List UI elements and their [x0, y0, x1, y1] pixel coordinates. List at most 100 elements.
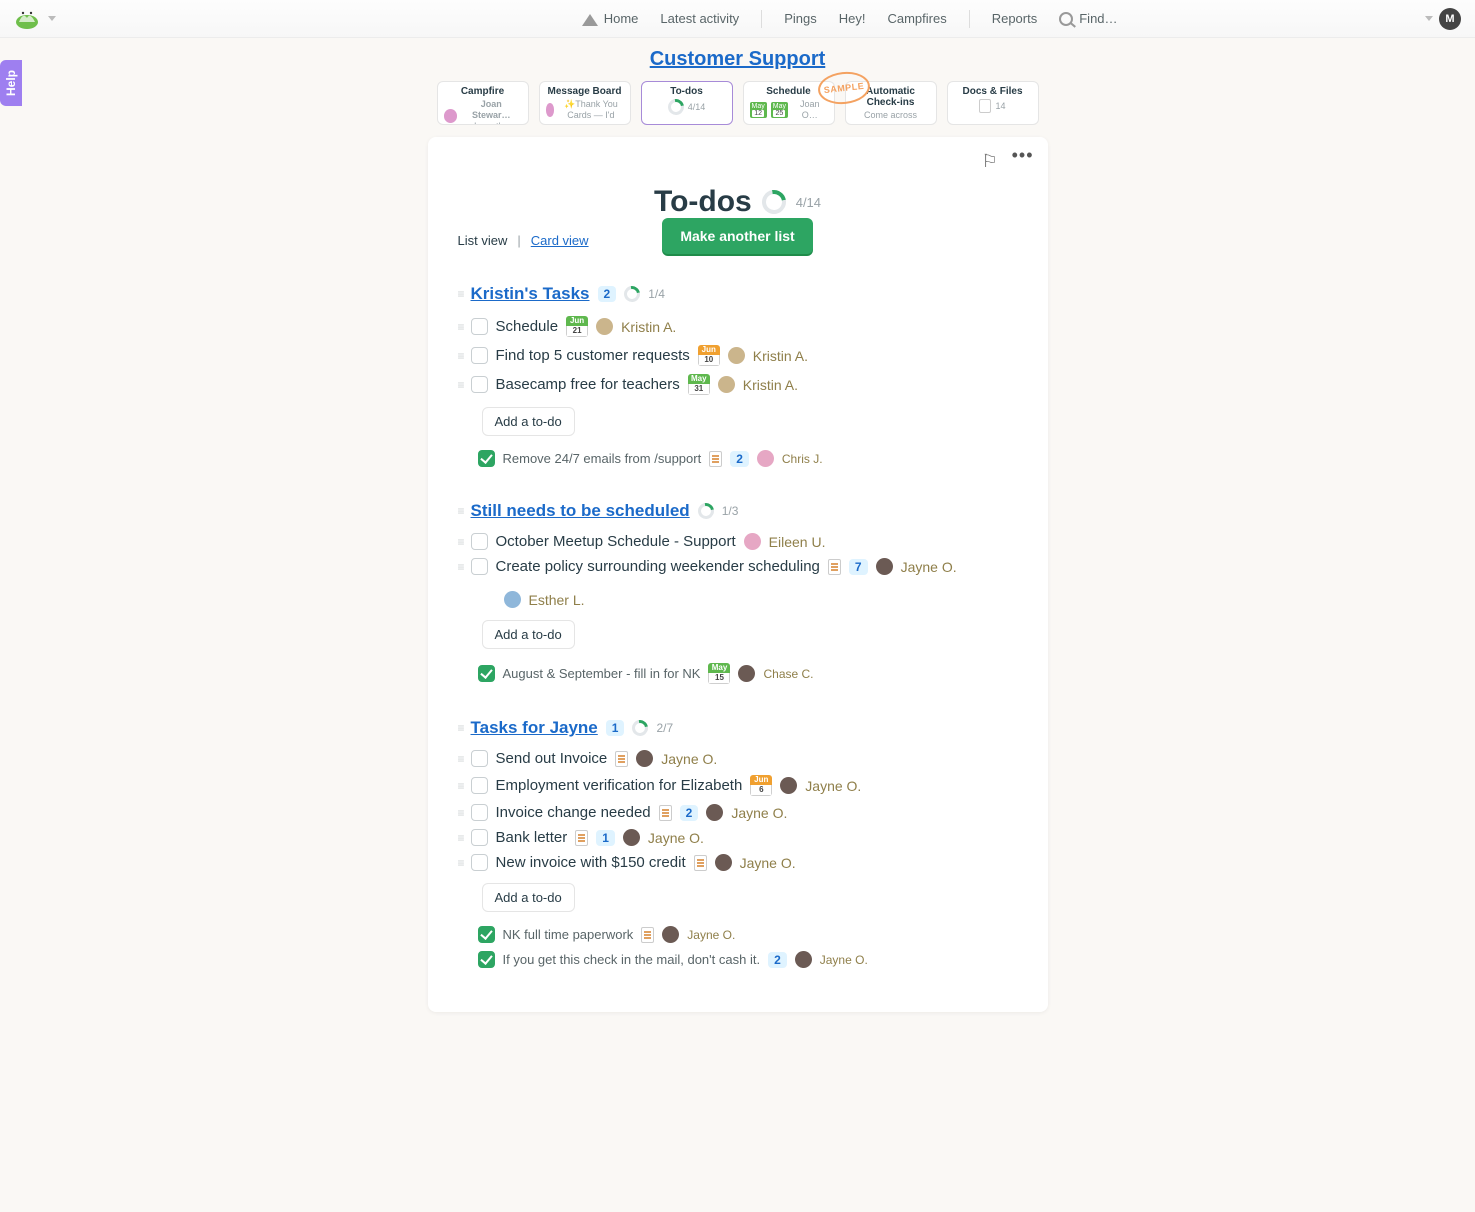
drag-handle-icon[interactable]: ≡: [458, 721, 463, 735]
todo-item[interactable]: ≡ Employment verification for Elizabeth …: [458, 771, 1018, 800]
drag-handle-icon[interactable]: ≡: [458, 560, 463, 574]
todo-title[interactable]: Basecamp free for teachers: [496, 376, 680, 393]
todo-checkbox-checked[interactable]: [478, 665, 495, 682]
drag-handle-icon[interactable]: ≡: [458, 504, 463, 518]
todo-title[interactable]: Employment verification for Elizabeth: [496, 777, 743, 794]
project-title[interactable]: Customer Support: [650, 48, 826, 70]
todo-title[interactable]: Remove 24/7 emails from /support: [503, 451, 702, 466]
todo-checkbox-checked[interactable]: [478, 450, 495, 467]
todo-item-completed[interactable]: August & September - fill in for NK May1…: [458, 659, 1018, 688]
assignee-name[interactable]: Kristin A.: [621, 319, 676, 335]
todo-title[interactable]: New invoice with $150 credit: [496, 854, 686, 871]
todo-item[interactable]: ≡ New invoice with $150 credit Jayne O.: [458, 850, 1018, 875]
app-logo[interactable]: [14, 8, 40, 30]
todo-title[interactable]: Send out Invoice: [496, 750, 608, 767]
drag-handle-icon[interactable]: ≡: [458, 806, 463, 820]
todo-checkbox[interactable]: [471, 829, 488, 846]
user-avatar[interactable]: M: [1439, 8, 1461, 30]
comment-count-chip[interactable]: 2: [730, 451, 749, 467]
add-todo-button[interactable]: Add a to-do: [482, 620, 575, 649]
comment-count-chip[interactable]: 1: [596, 830, 615, 846]
todo-checkbox[interactable]: [471, 318, 488, 335]
comment-count-chip[interactable]: 2: [680, 805, 699, 821]
comment-count-chip[interactable]: 1: [606, 720, 625, 736]
assignee-name[interactable]: Jayne O.: [740, 855, 796, 871]
assignee-name[interactable]: Jayne O.: [901, 559, 957, 575]
assignee-name[interactable]: Esther L.: [529, 592, 585, 608]
todo-item[interactable]: ≡ Schedule Jun21 Kristin A.: [458, 312, 1018, 341]
make-another-list-button[interactable]: Make another list: [662, 218, 812, 254]
todo-item-completed[interactable]: If you get this check in the mail, don't…: [458, 947, 1018, 972]
user-menu-caret[interactable]: [1425, 16, 1433, 21]
list-title-link[interactable]: Still needs to be scheduled: [471, 501, 690, 521]
drag-handle-icon[interactable]: ≡: [458, 779, 463, 793]
assignee-name[interactable]: Jayne O.: [820, 953, 868, 967]
add-todo-button[interactable]: Add a to-do: [482, 407, 575, 436]
assignee-name[interactable]: Chase C.: [763, 667, 813, 681]
todo-checkbox[interactable]: [471, 347, 488, 364]
assignee-name[interactable]: Jayne O.: [661, 751, 717, 767]
todo-title[interactable]: Schedule: [496, 318, 559, 335]
assignee-name[interactable]: Jayne O.: [648, 830, 704, 846]
todo-item[interactable]: ≡ Basecamp free for teachers May31 Krist…: [458, 370, 1018, 399]
nav-pings[interactable]: Pings: [784, 11, 817, 26]
todo-checkbox[interactable]: [471, 376, 488, 393]
account-switcher-caret[interactable]: [48, 16, 56, 21]
comment-count-chip[interactable]: 2: [768, 952, 787, 968]
todo-item[interactable]: ≡ Bank letter 1 Jayne O.: [458, 825, 1018, 850]
todo-title[interactable]: Create policy surrounding weekender sche…: [496, 558, 820, 575]
todo-title[interactable]: NK full time paperwork: [503, 927, 634, 942]
drag-handle-icon[interactable]: ≡: [458, 349, 463, 363]
drag-handle-icon[interactable]: ≡: [458, 287, 463, 301]
todo-checkbox[interactable]: [471, 750, 488, 767]
todo-checkbox[interactable]: [471, 558, 488, 575]
drag-handle-icon[interactable]: ≡: [458, 856, 463, 870]
todo-item[interactable]: ≡ October Meetup Schedule - Support Eile…: [458, 529, 1018, 554]
comment-count-chip[interactable]: 2: [598, 286, 617, 302]
list-title-link[interactable]: Tasks for Jayne: [471, 718, 598, 738]
todo-item-completed[interactable]: Remove 24/7 emails from /support 2 Chris…: [458, 446, 1018, 471]
tool-docs-files[interactable]: Docs & Files 14: [947, 81, 1039, 125]
todo-item[interactable]: ≡ Find top 5 customer requests Jun10 Kri…: [458, 341, 1018, 370]
more-menu-icon[interactable]: •••: [1012, 151, 1034, 172]
assignee-name[interactable]: Jayne O.: [731, 805, 787, 821]
assignee-name[interactable]: Chris J.: [782, 452, 823, 466]
todo-title[interactable]: If you get this check in the mail, don't…: [503, 952, 761, 967]
add-todo-button[interactable]: Add a to-do: [482, 883, 575, 912]
nav-hey[interactable]: Hey!: [839, 11, 866, 26]
todo-title[interactable]: October Meetup Schedule - Support: [496, 533, 736, 550]
nav-campfires[interactable]: Campfires: [887, 11, 946, 26]
assignee-name[interactable]: Kristin A.: [743, 377, 798, 393]
todo-title[interactable]: Invoice change needed: [496, 804, 651, 821]
drag-handle-icon[interactable]: ≡: [458, 535, 463, 549]
list-view-toggle[interactable]: List view: [458, 233, 508, 248]
nav-find[interactable]: Find…: [1059, 11, 1117, 26]
todo-item[interactable]: ≡ Create policy surrounding weekender sc…: [458, 554, 1018, 612]
assignee-name[interactable]: Jayne O.: [805, 778, 861, 794]
nav-home[interactable]: Home: [582, 11, 639, 26]
todo-item[interactable]: ≡ Send out Invoice Jayne O.: [458, 746, 1018, 771]
comment-count-chip[interactable]: 7: [849, 559, 868, 575]
todo-title[interactable]: August & September - fill in for NK: [503, 666, 701, 681]
drag-handle-icon[interactable]: ≡: [458, 752, 463, 766]
todo-checkbox[interactable]: [471, 533, 488, 550]
list-title-link[interactable]: Kristin's Tasks: [471, 284, 590, 304]
tool-todos[interactable]: To-dos 4/14: [641, 81, 733, 125]
todo-checkbox-checked[interactable]: [478, 926, 495, 943]
todo-item-completed[interactable]: NK full time paperwork Jayne O.: [458, 922, 1018, 947]
todo-checkbox-checked[interactable]: [478, 951, 495, 968]
drag-handle-icon[interactable]: ≡: [458, 378, 463, 392]
nav-reports[interactable]: Reports: [992, 11, 1038, 26]
card-view-toggle[interactable]: Card view: [531, 233, 589, 248]
todo-checkbox[interactable]: [471, 777, 488, 794]
assignee-name[interactable]: Eileen U.: [769, 534, 826, 550]
todo-title[interactable]: Bank letter: [496, 829, 568, 846]
bookmark-icon[interactable]: ⚐: [981, 151, 997, 172]
assignee-name[interactable]: Kristin A.: [753, 348, 808, 364]
assignee-name[interactable]: Jayne O.: [687, 928, 735, 942]
drag-handle-icon[interactable]: ≡: [458, 831, 463, 845]
todo-checkbox[interactable]: [471, 804, 488, 821]
drag-handle-icon[interactable]: ≡: [458, 320, 463, 334]
nav-latest-activity[interactable]: Latest activity: [660, 11, 739, 26]
todo-item[interactable]: ≡ Invoice change needed 2 Jayne O.: [458, 800, 1018, 825]
